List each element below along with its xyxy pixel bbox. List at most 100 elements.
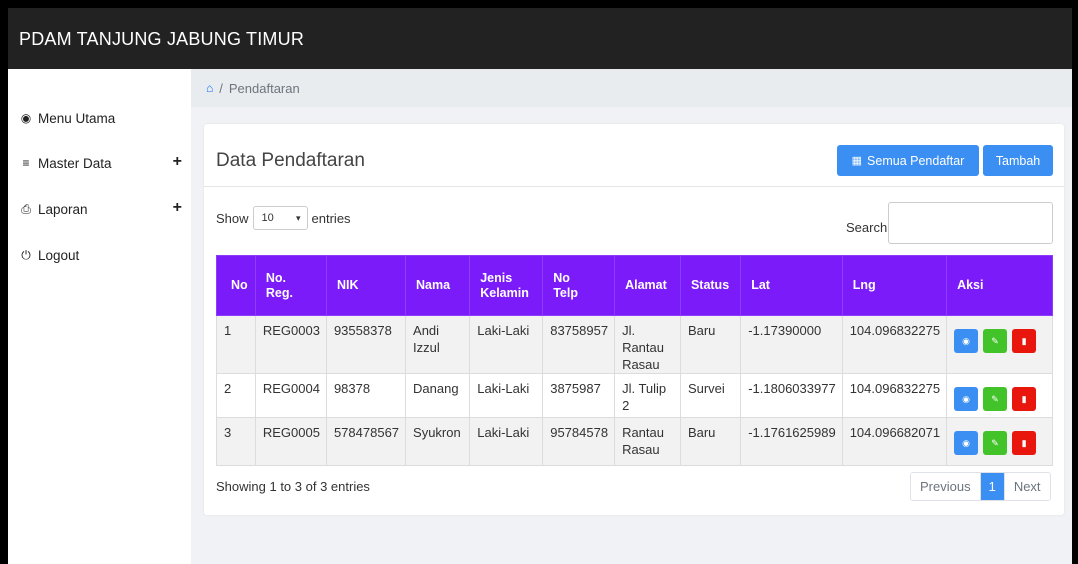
power-icon: ⏻ — [21, 247, 31, 262]
breadcrumb: ⌂ / Pendaftaran — [191, 69, 1072, 107]
cell-telp: 83758957 — [542, 315, 616, 374]
column-header-label: No Telp — [553, 270, 578, 300]
entries-select[interactable]: 10 ▾ — [252, 206, 308, 230]
sidebar-item-laporan[interactable]: ⎙ Laporan + — [19, 197, 189, 221]
sidebar-item-label: Master Data — [38, 155, 112, 171]
dashboard-icon: ◉ — [20, 111, 32, 125]
cell-alamat: Rantau Rasau — [614, 417, 681, 466]
edit-icon[interactable]: ✎ — [983, 431, 1008, 455]
sidebar-item-master-data[interactable]: ≡ Master Data + — [19, 151, 189, 175]
column-header-nik[interactable]: NIK — [325, 255, 407, 316]
cell-lng: 104.096832275 — [841, 373, 948, 418]
table-row: 3 REG0005 578478567 Syukron Laki-Laki 95… — [216, 417, 1053, 466]
print-icon: ⎙ — [21, 201, 31, 216]
top-navbar: PDAM TANJUNG JABUNG TIMUR — [8, 8, 1072, 69]
column-header-lat[interactable]: Lat — [740, 255, 843, 316]
expand-plus-icon[interactable]: + — [173, 153, 182, 171]
cell-lat: -1.17390000 — [740, 315, 843, 374]
cell-no: 1 — [216, 315, 256, 374]
view-eye-icon[interactable]: ◉ — [954, 431, 979, 455]
app-title[interactable]: PDAM TANJUNG JABUNG TIMUR — [19, 29, 304, 50]
cell-telp: 3875987 — [542, 373, 616, 418]
card-divider — [204, 186, 1064, 187]
view-eye-icon[interactable]: ◉ — [954, 329, 979, 353]
cell-jk: Laki-Laki — [469, 417, 544, 466]
add-button[interactable]: Tambah — [983, 145, 1053, 176]
cell-lng: 104.096682071 — [841, 417, 948, 466]
pagination-previous[interactable]: Previous — [911, 473, 981, 500]
cell-actions: ◉ ✎ ▮ — [946, 373, 1053, 418]
expand-plus-icon[interactable]: + — [173, 199, 182, 217]
sidebar-item-menu-utama[interactable]: ◉ Menu Utama — [19, 106, 189, 130]
map-icon: ▦ — [851, 155, 863, 167]
column-header-lng[interactable]: Lng — [841, 255, 948, 316]
cell-telp: 95784578 — [542, 417, 616, 466]
caret-down-icon: ▾ — [296, 212, 301, 223]
cell-reg: REG0003 — [254, 315, 327, 374]
cell-nik: 93558378 — [325, 315, 407, 374]
cell-nama: Danang — [405, 373, 471, 418]
all-registrants-label: Semua Pendaftar — [867, 153, 965, 168]
column-header-jenis-kelamin[interactable]: Jenis Kelamin — [469, 255, 544, 316]
sidebar-item-label: Logout — [38, 247, 80, 263]
delete-trash-icon[interactable]: ▮ — [1012, 329, 1037, 353]
column-header-status[interactable]: Status — [679, 255, 742, 316]
sidebar-item-label: Menu Utama — [38, 110, 116, 126]
breadcrumb-separator: / — [219, 80, 223, 96]
all-registrants-button[interactable]: ▦ Semua Pendaftar — [837, 145, 979, 176]
search-input[interactable] — [888, 202, 1053, 244]
cell-no: 2 — [216, 373, 256, 418]
app-frame: PDAM TANJUNG JABUNG TIMUR ◉ Menu Utama ≡… — [8, 8, 1072, 564]
length-menu: Show 10 ▾ entries — [216, 206, 351, 230]
cell-actions: ◉ ✎ ▮ — [946, 417, 1053, 466]
column-header-label: Jenis Kelamin — [480, 270, 529, 300]
cell-status: Baru — [679, 417, 742, 466]
table-info: Showing 1 to 3 of 3 entries — [216, 479, 370, 494]
table-row: 2 REG0004 98378 Danang Laki-Laki 3875987… — [216, 373, 1053, 418]
view-eye-icon[interactable]: ◉ — [954, 387, 979, 411]
column-header-no[interactable]: No — [216, 255, 256, 316]
cell-nik: 578478567 — [325, 417, 407, 466]
cell-reg: REG0005 — [254, 417, 327, 466]
cell-lat: -1.1761625989 — [740, 417, 843, 466]
edit-icon[interactable]: ✎ — [983, 387, 1008, 411]
column-header-nama[interactable]: Nama — [405, 255, 471, 316]
cell-no: 3 — [216, 417, 256, 466]
column-header-no-telp[interactable]: No Telp — [542, 255, 616, 316]
cell-alamat: Jl. Rantau Rasau — [614, 315, 681, 374]
pagination: Previous 1 Next — [910, 472, 1051, 501]
cell-alamat: Jl. Tulip 2 — [614, 373, 681, 418]
column-header-label: No. Reg. — [265, 270, 293, 300]
cell-jk: Laki-Laki — [469, 373, 544, 418]
cell-status: Baru — [679, 315, 742, 374]
pagination-page-1[interactable]: 1 — [980, 473, 1004, 500]
cell-status: Survei — [679, 373, 742, 418]
cell-jk: Laki-Laki — [469, 315, 544, 374]
breadcrumb-current: Pendaftaran — [228, 80, 300, 96]
table-header-row: No No. Reg. NIK Nama Jenis Kelamin No Te… — [216, 255, 1053, 316]
entries-label: entries — [311, 210, 351, 226]
cell-nama: Syukron — [405, 417, 471, 466]
column-header-alamat[interactable]: Alamat — [614, 255, 681, 316]
entries-select-value: 10 — [261, 212, 274, 224]
edit-icon[interactable]: ✎ — [983, 329, 1008, 353]
home-icon[interactable]: ⌂ — [206, 81, 213, 95]
delete-trash-icon[interactable]: ▮ — [1012, 387, 1037, 411]
column-header-aksi: Aksi — [946, 255, 1053, 316]
cell-nama: Andi Izzul — [405, 315, 471, 374]
sidebar-item-logout[interactable]: ⏻ Logout — [19, 243, 189, 267]
delete-trash-icon[interactable]: ▮ — [1012, 431, 1037, 455]
search-label: Search: — [846, 220, 891, 235]
database-icon: ≡ — [22, 156, 30, 170]
pagination-next[interactable]: Next — [1003, 473, 1050, 500]
sidebar: ◉ Menu Utama ≡ Master Data + ⎙ Laporan +… — [8, 69, 191, 564]
cell-lng: 104.096832275 — [841, 315, 948, 374]
sidebar-item-label: Laporan — [38, 201, 88, 217]
column-header-no-reg[interactable]: No. Reg. — [254, 255, 327, 316]
table-row: 1 REG0003 93558378 Andi Izzul Laki-Laki … — [216, 315, 1053, 374]
registration-card: Data Pendaftaran ▦ Semua Pendaftar Tamba… — [204, 124, 1064, 515]
show-label: Show — [216, 210, 249, 226]
cell-lat: -1.1806033977 — [740, 373, 843, 418]
cell-reg: REG0004 — [254, 373, 327, 418]
registration-table: No No. Reg. NIK Nama Jenis Kelamin No Te… — [216, 255, 1053, 466]
